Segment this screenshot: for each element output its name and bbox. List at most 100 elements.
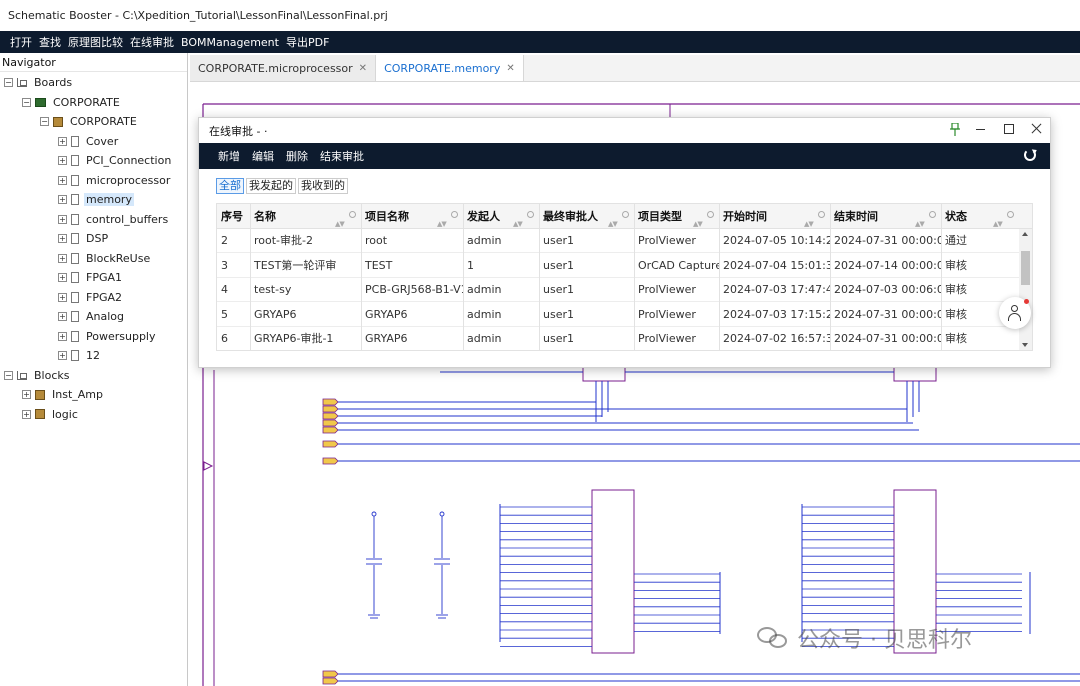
expand-icon[interactable]: + [58, 253, 67, 263]
edit-button[interactable]: 编辑 [252, 148, 274, 164]
expand-icon[interactable]: + [58, 175, 67, 185]
tree-item-corporate[interactable]: − CORPORATE [40, 112, 139, 131]
tree-item-pci-connection[interactable]: + PCI_Connection [58, 151, 173, 170]
menu-online-approval[interactable]: 在线审批 [130, 34, 174, 50]
tree-item-blocks[interactable]: − Blocks [4, 366, 71, 385]
refresh-icon[interactable] [1024, 149, 1036, 161]
tree-item-powersupply[interactable]: + Powersupply [58, 327, 158, 346]
column-divider[interactable] [361, 204, 362, 350]
expand-icon[interactable]: + [58, 351, 67, 360]
table-cell: root-审批-2 [254, 234, 313, 247]
expand-icon[interactable]: + [22, 390, 31, 399]
collapse-icon[interactable]: − [4, 370, 13, 380]
expand-icon[interactable]: + [58, 156, 67, 165]
menu-export-pdf[interactable]: 导出PDF [286, 34, 329, 50]
column-header[interactable]: 项目类型 ▲▼ [634, 204, 719, 229]
filter-received-by-me[interactable]: 我收到的 [298, 178, 348, 194]
menu-open[interactable]: 打开 [10, 34, 32, 50]
tree-item-fpga1[interactable]: + FPGA1 [58, 268, 124, 287]
tab-corporate-memory[interactable]: CORPORATE.memory ✕ [376, 55, 524, 81]
table-row[interactable]: 4 test-sy PCB-GRJ568-B1-V1.0 admin user1 Prol… [217, 278, 1019, 303]
expand-icon[interactable]: + [58, 214, 67, 224]
collapse-icon[interactable]: − [40, 117, 49, 126]
minimize-icon[interactable] [974, 122, 988, 136]
column-header[interactable]: 状态 ▲▼ [941, 204, 1019, 229]
filter-initiated-by-me[interactable]: 我发起的 [246, 178, 296, 194]
table-row[interactable]: 6 GRYAP6-审批-1 GRYAP6 admin user1 ProlViewer 20… [217, 327, 1019, 350]
tree-item-logic[interactable]: + logic [22, 405, 80, 424]
tree-item-microprocessor[interactable]: + microprocessor [58, 171, 172, 190]
column-header[interactable]: 结束时间 ▲▼ [830, 204, 941, 229]
tab-corporate-microprocessor[interactable]: CORPORATE.microprocessor ✕ [190, 55, 377, 81]
tree-item-corporate[interactable]: − CORPORATE [22, 93, 122, 112]
filter-all[interactable]: 全部 [216, 178, 244, 194]
filter-search-icon[interactable] [818, 211, 825, 218]
close-icon[interactable] [1030, 122, 1044, 136]
column-header[interactable]: 发起人 ▲▼ [463, 204, 539, 229]
column-divider[interactable] [250, 204, 251, 350]
menu-bom-management[interactable]: BOMManagement [181, 36, 279, 49]
tree-item-control-buffers[interactable]: + control_buffers [58, 210, 170, 229]
table-row[interactable]: 5 GRYAP6 GRYAP6 admin user1 ProlViewer 2024-07… [217, 303, 1019, 327]
expand-icon[interactable]: + [22, 409, 31, 419]
menu-schematic-compare[interactable]: 原理图比较 [68, 34, 123, 50]
column-header[interactable]: 序号 [217, 204, 250, 229]
scroll-thumb[interactable] [1021, 251, 1030, 285]
column-header[interactable]: 名称 ▲▼ [250, 204, 361, 229]
expand-icon[interactable]: + [58, 136, 67, 146]
delete-button[interactable]: 删除 [286, 148, 308, 164]
close-icon[interactable]: ✕ [506, 63, 514, 74]
collapse-icon[interactable]: − [22, 97, 31, 107]
tree-item-12[interactable]: +12 [58, 346, 102, 365]
table-cell: admin [467, 234, 502, 247]
tree-item-dsp[interactable]: + DSP [58, 229, 110, 248]
close-icon[interactable]: ✕ [359, 63, 367, 74]
filter-search-icon[interactable] [707, 211, 714, 218]
add-button[interactable]: 新增 [218, 148, 240, 164]
user-avatar-button[interactable] [999, 297, 1031, 329]
column-divider[interactable] [463, 204, 464, 350]
tree-item-boards[interactable]: − Boards [4, 73, 74, 92]
column-header[interactable]: 开始时间 ▲▼ [719, 204, 830, 229]
filter-search-icon[interactable] [929, 211, 936, 218]
table-cell: admin [467, 307, 502, 321]
filter-search-icon[interactable] [527, 211, 534, 218]
menu-bar: 打开 查找 原理图比较 在线审批 BOMManagement 导出PDF [0, 31, 1080, 53]
expand-icon[interactable]: + [58, 234, 67, 243]
filter-search-icon[interactable] [622, 211, 629, 218]
expand-icon[interactable]: + [58, 195, 67, 204]
expand-icon[interactable]: + [58, 292, 67, 302]
pin-icon[interactable] [950, 122, 960, 136]
column-divider[interactable] [941, 204, 942, 350]
table-row[interactable]: 2 root-审批-2 root admin user1 ProlViewer 2024-0… [217, 229, 1019, 253]
scroll-up-icon[interactable] [1022, 232, 1028, 236]
filter-search-icon[interactable] [1007, 211, 1014, 218]
filter-search-icon[interactable] [349, 211, 356, 218]
tree-item-analog[interactable]: + Analog [58, 307, 126, 326]
expand-icon[interactable]: + [58, 331, 67, 341]
tree-item-memory[interactable]: + memory [58, 190, 134, 209]
menu-find[interactable]: 查找 [39, 34, 61, 50]
column-divider[interactable] [539, 204, 540, 350]
column-header[interactable]: 项目名称 ▲▼ [361, 204, 463, 229]
filter-search-icon[interactable] [451, 211, 458, 218]
tree-item-inst-amp[interactable]: + Inst_Amp [22, 385, 105, 404]
expand-icon[interactable]: + [58, 273, 67, 282]
tree-item-blockreuse[interactable]: + BlockReUse [58, 249, 152, 268]
page-icon [71, 233, 79, 244]
table-scrollbar[interactable] [1019, 229, 1032, 350]
tree-item-fpga2[interactable]: + FPGA2 [58, 288, 124, 307]
column-divider[interactable] [719, 204, 720, 350]
expand-icon[interactable]: + [58, 312, 67, 321]
scroll-down-icon[interactable] [1022, 343, 1028, 347]
maximize-icon[interactable] [1002, 122, 1016, 136]
column-header[interactable]: 最终审批人 ▲▼ [539, 204, 634, 229]
collapse-icon[interactable]: − [4, 78, 13, 87]
end-approval-button[interactable]: 结束审批 [320, 148, 364, 164]
column-divider[interactable] [634, 204, 635, 350]
navigator-panel: Navigator − Boards − CORPORATE − CORPORATE + Co… [0, 53, 188, 686]
table-cell: ProlViewer [638, 283, 696, 297]
tree-item-cover[interactable]: + Cover [58, 132, 120, 151]
table-row[interactable]: 3 TEST第一轮评审 TEST 1 user1 OrCAD Capture 2024-07… [217, 254, 1019, 278]
column-divider[interactable] [830, 204, 831, 350]
